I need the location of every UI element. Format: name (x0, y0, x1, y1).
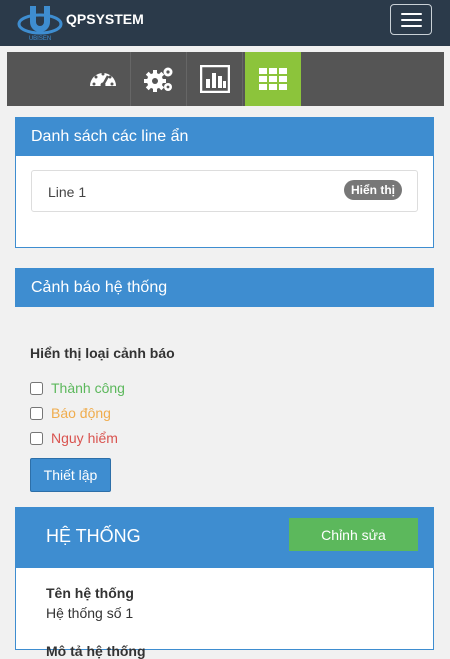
line-label: Line 1 (48, 184, 87, 200)
warning-label: Báo động (51, 405, 111, 421)
alert-types-label: Hiển thị loại cảnh báo (30, 345, 175, 361)
tab-reports[interactable] (187, 52, 243, 106)
grid-icon (259, 68, 287, 90)
gears-icon (143, 67, 172, 92)
bar-chart-icon (199, 65, 230, 93)
success-label: Thành công (51, 380, 125, 396)
tab-grid[interactable] (245, 52, 301, 106)
tab-settings[interactable] (131, 52, 187, 106)
alert-option-danger[interactable]: Nguy hiểm (30, 428, 118, 448)
hamburger-icon-bar (401, 25, 422, 27)
tab-dashboard[interactable] (75, 52, 131, 106)
danger-label: Nguy hiểm (51, 430, 118, 446)
hidden-lines-panel: Danh sách các line ẩn Line 1 Hiển thị (15, 117, 434, 248)
top-navbar: UBISEN QPSYSTEM (0, 0, 450, 46)
hidden-lines-title: Danh sách các line ẩn (15, 117, 434, 156)
system-panel-header: HỆ THỐNG Chỉnh sửa (15, 507, 434, 568)
success-checkbox[interactable] (30, 381, 43, 395)
show-line-badge[interactable]: Hiển thị (344, 180, 402, 200)
hamburger-icon (401, 13, 422, 15)
dashboard-icon (89, 72, 116, 88)
tool-tabbar (7, 52, 444, 106)
edit-button[interactable]: Chỉnh sửa (289, 518, 418, 551)
logo-text: UBISEN (29, 36, 51, 42)
system-title: HỆ THỐNG (46, 526, 141, 546)
system-description-label: Mô tả hệ thống (46, 643, 146, 659)
hamburger-icon-bar (401, 19, 422, 21)
alert-option-success[interactable]: Thành công (30, 378, 125, 398)
system-name-value: Hệ thống số 1 (46, 605, 134, 621)
danger-checkbox[interactable] (30, 431, 43, 445)
system-name-label: Tên hệ thống (46, 585, 134, 601)
menu-toggle-button[interactable] (390, 4, 432, 35)
alert-option-warning[interactable]: Báo động (30, 403, 111, 423)
system-panel: HỆ THỐNG Chỉnh sửa Tên hệ thống Hệ thống… (15, 507, 434, 659)
brand-name[interactable]: QPSYSTEM (66, 11, 144, 27)
list-item[interactable]: Line 1 Hiển thị (31, 170, 418, 212)
ubisen-logo[interactable]: UBISEN (16, 2, 64, 42)
setup-button[interactable]: Thiết lập (30, 458, 111, 492)
alerts-panel-title: Cảnh báo hệ thống (15, 268, 434, 307)
warning-checkbox[interactable] (30, 406, 43, 420)
